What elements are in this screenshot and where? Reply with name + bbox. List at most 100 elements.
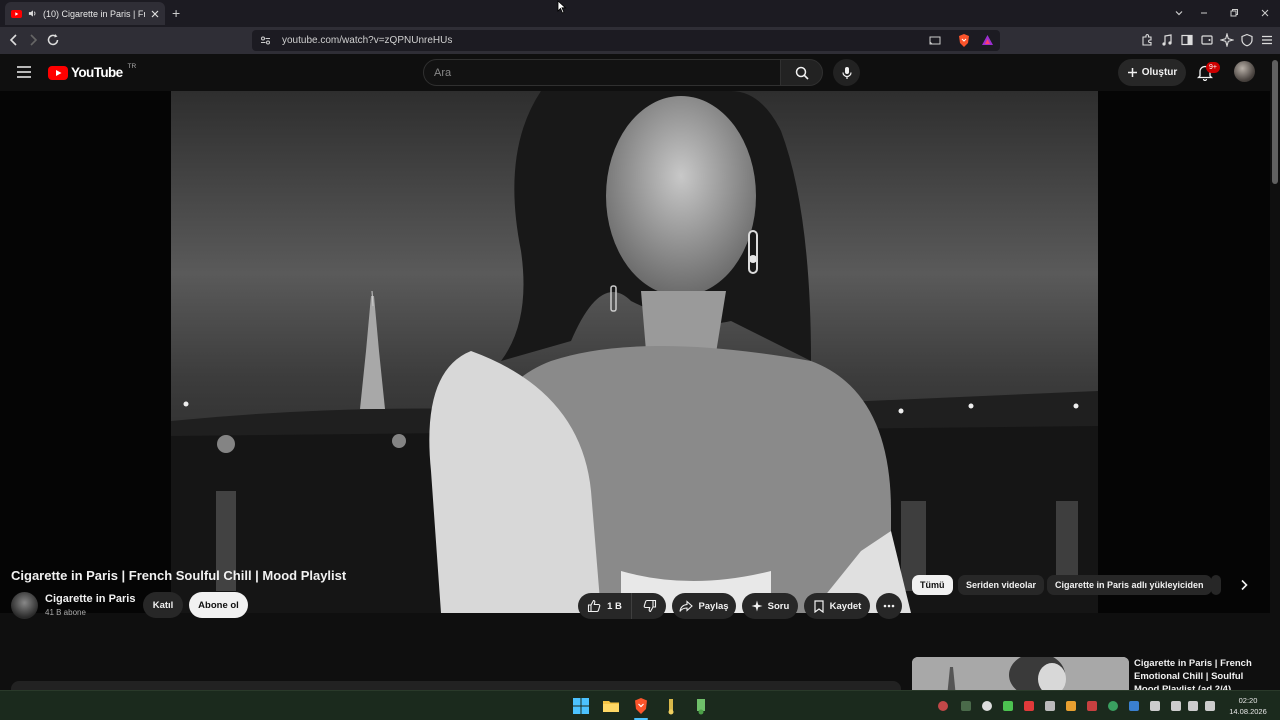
join-button[interactable]: Katıl: [143, 592, 183, 618]
like-button[interactable]: 1 B: [578, 593, 632, 619]
site-settings-icon[interactable]: [260, 35, 271, 46]
tray-app-9-icon[interactable]: [1108, 701, 1118, 711]
bookmark-save-icon: [813, 599, 825, 613]
ask-button[interactable]: Soru: [742, 593, 798, 619]
reload-icon[interactable]: [46, 33, 60, 47]
mouse-cursor-icon: [557, 0, 567, 14]
create-button[interactable]: Oluştur: [1118, 59, 1186, 86]
chip-all[interactable]: Tümü: [912, 575, 953, 595]
sparkle-icon: [751, 600, 763, 612]
share-arrow-icon: [679, 599, 694, 613]
subscribe-button[interactable]: Abone ol: [189, 592, 248, 618]
tray-app-8-icon[interactable]: [1087, 701, 1097, 711]
page-scrollbar[interactable]: [1270, 54, 1280, 690]
dislike-button[interactable]: [633, 593, 666, 619]
like-count: 1 B: [607, 600, 622, 612]
media-music-icon[interactable]: [1160, 33, 1174, 47]
back-arrow-icon[interactable]: [7, 33, 21, 47]
clock-date: 14.08.2026: [1229, 707, 1267, 716]
thumbs-up-icon: [587, 599, 601, 613]
more-dots-icon: [883, 604, 895, 608]
video-title: Cigarette in Paris | French Soulful Chil…: [11, 568, 347, 583]
new-tab-button[interactable]: +: [172, 5, 180, 21]
scrollbar-thumb[interactable]: [1272, 60, 1278, 184]
browser-tab-bar: (10) Cigarette in Paris | French +: [0, 0, 1280, 27]
clock-time: 02:20: [1238, 696, 1258, 705]
more-actions-button[interactable]: [876, 593, 902, 619]
leo-ai-icon[interactable]: [1220, 33, 1234, 47]
battery-tray-icon[interactable]: [1205, 701, 1215, 711]
windows-start-icon[interactable]: [572, 697, 590, 715]
browser-tab[interactable]: (10) Cigarette in Paris | French: [5, 2, 165, 25]
url-text[interactable]: youtube.com/watch?v=zQPNUnreHUs: [282, 35, 452, 46]
tab-close-icon[interactable]: [151, 10, 159, 18]
youtube-logo[interactable]: YouTube TR: [48, 63, 137, 80]
microphone-icon: [841, 66, 853, 80]
tab-list-chevron-icon[interactable]: [1174, 8, 1184, 18]
guide-menu-icon[interactable]: [17, 66, 31, 78]
user-avatar[interactable]: [1234, 61, 1255, 82]
tray-app-4-icon[interactable]: [1003, 701, 1013, 711]
minimize-window-icon[interactable]: [1199, 8, 1209, 18]
brave-shields-icon[interactable]: [957, 33, 971, 48]
chip-series-videos[interactable]: Seriden videolar: [958, 575, 1045, 595]
recommendation-thumbnail[interactable]: [912, 657, 1129, 690]
recommendation-title[interactable]: Cigarette in Paris | French Emotional Ch…: [1134, 657, 1254, 690]
tab-title: (10) Cigarette in Paris | French: [43, 8, 145, 19]
tray-app-3-icon[interactable]: [982, 701, 992, 711]
search-icon: [795, 66, 809, 80]
vpn-shield-icon[interactable]: [1240, 33, 1254, 47]
channel-avatar[interactable]: [11, 592, 38, 619]
tray-app-5-icon[interactable]: [1024, 701, 1034, 711]
description-box[interactable]: [11, 681, 901, 690]
pinned-app-icon[interactable]: [662, 697, 680, 715]
wallet-icon[interactable]: [1200, 33, 1214, 47]
share-label: Paylaş: [698, 600, 729, 612]
youtube-page: YouTube TR Ara Oluştur 9+ Cigarette in P…: [0, 54, 1280, 690]
chip-partial[interactable]: [1211, 575, 1221, 595]
video-frame[interactable]: [171, 91, 1098, 613]
tray-app-10-icon[interactable]: [1129, 701, 1139, 711]
search-button[interactable]: [780, 59, 823, 86]
file-explorer-icon[interactable]: [602, 697, 620, 715]
voice-search-button[interactable]: [833, 59, 860, 86]
pinned-app-2-icon[interactable]: [692, 697, 710, 715]
tray-app-6-icon[interactable]: [1045, 701, 1055, 711]
region-code: TR: [127, 63, 137, 70]
tray-app-icon[interactable]: [938, 701, 948, 711]
tray-app-2-icon[interactable]: [961, 701, 971, 711]
create-label: Oluştur: [1141, 67, 1178, 78]
thumbs-down-icon: [643, 599, 657, 613]
audio-playing-icon[interactable]: [28, 9, 37, 18]
chip-from-uploader[interactable]: Cigarette in Paris adlı yükleyiciden: [1047, 575, 1212, 595]
chips-next-arrow-icon[interactable]: [1232, 573, 1256, 597]
forward-arrow-icon[interactable]: [26, 33, 40, 47]
brave-browser-icon[interactable]: [632, 697, 650, 715]
network-tray-icon[interactable]: [1171, 701, 1181, 711]
video-player[interactable]: [0, 91, 1270, 613]
subscriber-count: 41 B abone: [45, 608, 86, 617]
windows-taskbar: 02:20 14.08.2026: [0, 690, 1280, 720]
channel-name[interactable]: Cigarette in Paris: [45, 593, 135, 605]
like-dislike-group: 1 B: [578, 593, 666, 619]
youtube-masthead: YouTube TR Ara Oluştur 9+: [0, 54, 1280, 91]
ask-label: Soru: [767, 600, 790, 612]
save-button[interactable]: Kaydet: [804, 593, 870, 619]
address-bar[interactable]: youtube.com/watch?v=zQPNUnreHUs: [252, 30, 1000, 51]
taskbar-clock[interactable]: 02:20 14.08.2026: [1222, 695, 1274, 717]
tray-app-7-icon[interactable]: [1066, 701, 1076, 711]
brave-rewards-icon[interactable]: [981, 34, 994, 47]
microphone-tray-icon[interactable]: [1150, 701, 1160, 711]
sidebar-toggle-icon[interactable]: [1180, 33, 1194, 47]
youtube-favicon-icon: [11, 9, 22, 18]
share-button[interactable]: Paylaş: [672, 593, 736, 619]
close-window-icon[interactable]: [1260, 8, 1270, 18]
volume-tray-icon[interactable]: [1188, 701, 1198, 711]
restore-window-icon[interactable]: [1229, 8, 1239, 18]
youtube-logo-text: YouTube: [71, 65, 123, 80]
extensions-icon[interactable]: [1140, 33, 1154, 47]
plus-icon: [1127, 67, 1138, 78]
menu-hamburger-icon[interactable]: [1260, 33, 1274, 47]
search-input[interactable]: Ara: [423, 59, 781, 86]
cast-icon[interactable]: [929, 35, 941, 46]
